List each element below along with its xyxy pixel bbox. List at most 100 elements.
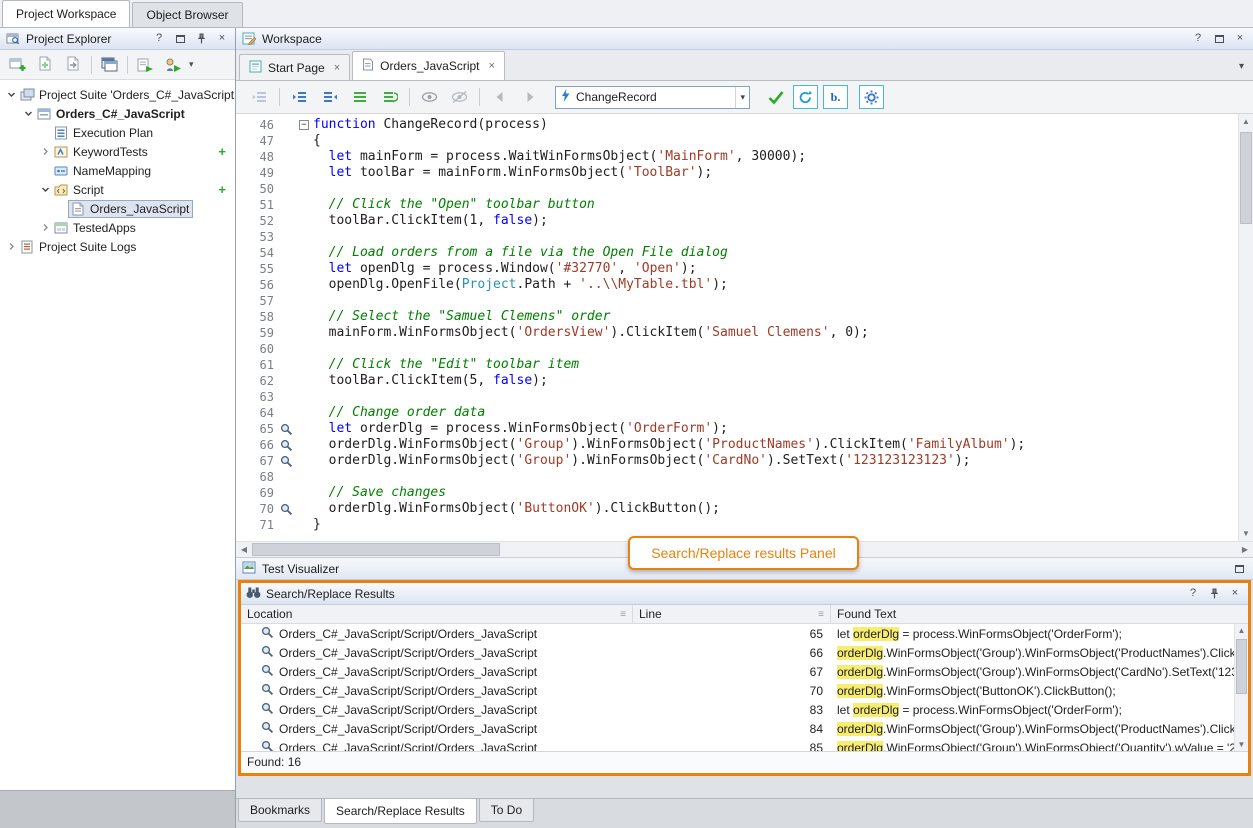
- add-project-button[interactable]: [5, 53, 30, 77]
- back-arrow-icon[interactable]: [487, 85, 512, 109]
- tab-orders-javascript[interactable]: Orders_JavaScript ×: [352, 51, 505, 80]
- tree-item-project-orders[interactable]: Orders_C#_JavaScript: [0, 104, 235, 123]
- scrollbar-thumb[interactable]: [1240, 132, 1252, 224]
- organize-panels-button[interactable]: [97, 53, 122, 77]
- search-result-row[interactable]: Orders_C#_JavaScript/Script/Orders_JavaS…: [241, 738, 1248, 751]
- tab-list-dropdown-icon[interactable]: ▾: [1239, 61, 1244, 72]
- code-editor[interactable]: 46−function ChangeRecord(process)47{48 l…: [236, 114, 1253, 541]
- chevron-right-icon[interactable]: [40, 147, 51, 156]
- tree-node[interactable]: Orders_JavaScript: [68, 200, 193, 218]
- tab-to-do[interactable]: To Do: [479, 799, 534, 822]
- pin-icon[interactable]: [1206, 586, 1222, 602]
- editor-vertical-scrollbar[interactable]: ▲ ▼: [1238, 114, 1253, 541]
- search-result-marker-icon[interactable]: [276, 455, 296, 468]
- tree-node[interactable]: NameMapping: [51, 162, 155, 180]
- chevron-right-icon[interactable]: [6, 242, 17, 251]
- tree-node[interactable]: Project Suite Logs: [17, 238, 140, 256]
- start-page-icon: [249, 60, 262, 76]
- tab-object-browser[interactable]: Object Browser: [132, 2, 242, 27]
- code-lines[interactable]: 46−function ChangeRecord(process)47{48 l…: [236, 114, 1238, 541]
- tree-item-tested-apps[interactable]: TestedApps: [0, 218, 235, 237]
- tree-node[interactable]: Execution Plan: [51, 124, 157, 142]
- comment-block-icon[interactable]: [347, 85, 372, 109]
- tree-item-execution-plan[interactable]: Execution Plan: [0, 123, 235, 142]
- add-item-button[interactable]: [33, 53, 58, 77]
- fold-collapse-icon[interactable]: −: [296, 117, 313, 133]
- sort-filter-icon[interactable]: ≡: [818, 609, 824, 620]
- tree-item-keyword-tests[interactable]: KeywordTests +: [0, 142, 235, 161]
- search-result-row[interactable]: Orders_C#_JavaScript/Script/Orders_JavaS…: [241, 643, 1248, 662]
- close-icon[interactable]: ×: [334, 62, 340, 74]
- run-test-button[interactable]: [133, 53, 158, 77]
- float-icon[interactable]: [172, 31, 188, 47]
- tab-project-workspace[interactable]: Project Workspace: [2, 0, 130, 27]
- indent-block-icon[interactable]: [317, 85, 342, 109]
- scroll-up-icon[interactable]: ▲: [1239, 117, 1253, 126]
- add-child-icon[interactable]: +: [218, 144, 226, 159]
- tab-start-page[interactable]: Start Page ×: [239, 54, 350, 80]
- scrollbar-thumb[interactable]: [1236, 639, 1247, 694]
- search-result-row[interactable]: Orders_C#_JavaScript/Script/Orders_JavaS…: [241, 700, 1248, 719]
- search-result-row[interactable]: Orders_C#_JavaScript/Script/Orders_JavaS…: [241, 662, 1248, 681]
- check-syntax-icon[interactable]: [763, 85, 788, 109]
- close-icon[interactable]: ×: [1232, 31, 1248, 47]
- close-icon[interactable]: ×: [214, 31, 230, 47]
- chevron-right-icon[interactable]: [40, 223, 51, 232]
- tree-node[interactable]: KeywordTests: [51, 143, 152, 161]
- tree-node[interactable]: Script: [51, 181, 108, 199]
- chevron-down-icon[interactable]: ▾: [735, 87, 749, 108]
- tree-node[interactable]: Orders_C#_JavaScript: [34, 105, 189, 123]
- uncomment-block-icon[interactable]: [377, 85, 402, 109]
- export-item-button[interactable]: [61, 53, 86, 77]
- scrollbar-thumb[interactable]: [252, 543, 500, 556]
- scroll-right-icon[interactable]: ▶: [1237, 542, 1253, 557]
- column-header-location[interactable]: Location ≡: [241, 605, 633, 623]
- column-header-line[interactable]: Line ≡: [633, 605, 831, 623]
- tree-item-project-suite[interactable]: Project Suite 'Orders_C#_JavaScript' (1: [0, 85, 235, 104]
- forward-arrow-icon[interactable]: [517, 85, 542, 109]
- scroll-up-icon[interactable]: ▲: [1235, 626, 1248, 635]
- pin-icon[interactable]: [193, 31, 209, 47]
- help-icon[interactable]: ?: [151, 31, 167, 47]
- chevron-down-icon[interactable]: [23, 109, 34, 118]
- basic-syntax-icon[interactable]: b.: [823, 85, 848, 109]
- float-icon[interactable]: [1231, 561, 1247, 577]
- results-vertical-scrollbar[interactable]: ▲ ▼: [1234, 624, 1248, 751]
- tree-item-script[interactable]: Script +: [0, 180, 235, 199]
- run-project-button[interactable]: [161, 53, 186, 77]
- close-icon[interactable]: ×: [1227, 586, 1243, 602]
- help-icon[interactable]: ?: [1185, 586, 1201, 602]
- tab-search-replace-results[interactable]: Search/Replace Results: [324, 799, 477, 824]
- scroll-down-icon[interactable]: ▼: [1235, 740, 1248, 749]
- tree-item-project-suite-logs[interactable]: Project Suite Logs: [0, 237, 235, 256]
- add-child-icon[interactable]: +: [218, 182, 226, 197]
- outdent-block-icon[interactable]: [287, 85, 312, 109]
- chevron-down-icon[interactable]: [6, 90, 17, 99]
- search-result-marker-icon[interactable]: [276, 439, 296, 452]
- close-icon[interactable]: ×: [489, 60, 495, 72]
- editor-settings-gear-icon[interactable]: [859, 85, 884, 109]
- tree-node[interactable]: TestedApps: [51, 219, 140, 237]
- tree-node[interactable]: Project Suite 'Orders_C#_JavaScript' (1: [17, 86, 235, 104]
- function-selector[interactable]: ChangeRecord ▾: [555, 86, 750, 109]
- eye-off-icon[interactable]: [447, 85, 472, 109]
- tree-item-name-mapping[interactable]: NameMapping: [0, 161, 235, 180]
- eye-icon[interactable]: [417, 85, 442, 109]
- chevron-down-icon[interactable]: [40, 185, 51, 194]
- search-result-row[interactable]: Orders_C#_JavaScript/Script/Orders_JavaS…: [241, 681, 1248, 700]
- tab-bookmarks[interactable]: Bookmarks: [238, 799, 322, 822]
- search-result-row[interactable]: Orders_C#_JavaScript/Script/Orders_JavaS…: [241, 719, 1248, 738]
- search-result-marker-icon[interactable]: [276, 503, 296, 516]
- scroll-left-icon[interactable]: ◀: [236, 542, 252, 557]
- float-icon[interactable]: [1211, 31, 1227, 47]
- move-lines-icon[interactable]: [247, 85, 272, 109]
- toolbar-overflow-icon[interactable]: ▾: [189, 59, 194, 70]
- search-result-marker-icon[interactable]: [276, 423, 296, 436]
- help-icon[interactable]: ?: [1190, 31, 1206, 47]
- scroll-down-icon[interactable]: ▼: [1239, 529, 1253, 538]
- column-header-found-text[interactable]: Found Text: [831, 605, 1248, 623]
- sort-filter-icon[interactable]: ≡: [620, 609, 626, 620]
- tree-item-orders-javascript[interactable]: Orders_JavaScript: [0, 199, 235, 218]
- search-result-row[interactable]: Orders_C#_JavaScript/Script/Orders_JavaS…: [241, 624, 1248, 643]
- refresh-icon[interactable]: [793, 85, 818, 109]
